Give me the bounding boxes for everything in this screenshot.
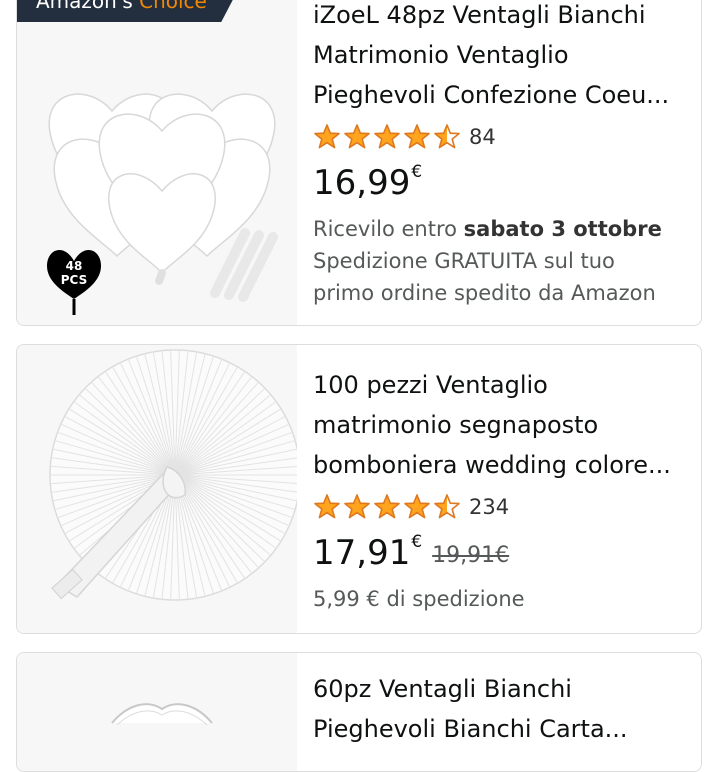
star-rating [313,493,461,521]
product-image[interactable] [17,345,301,633]
title-line: Matrimonio Ventaglio [313,41,569,69]
delivery-date: sabato 3 ottobre [463,217,662,241]
badge-prefix: Amazon's [36,0,133,13]
pieces-tag-unit: PCS [60,273,88,287]
star-full-icon [374,124,400,149]
price-currency: € [411,532,423,552]
price-currency: € [411,162,423,182]
amazons-choice-badge: Amazon's Choice [17,0,239,22]
star-full-icon [404,494,430,519]
star-half-icon [434,124,460,149]
star-full-icon [374,494,400,519]
rating[interactable]: 234 [313,489,693,525]
star-rating [313,123,461,151]
pieces-tag-number: 48 [65,259,83,273]
product-card[interactable]: 100 pezzi Ventaglio matrimonio segnapost… [16,344,702,634]
title-line: bomboniera wedding colore... [313,451,671,479]
star-full-icon [314,494,340,519]
rating-count: 84 [469,125,496,149]
heart-fans-image [111,703,213,726]
product-title[interactable]: 60pz Ventagli Bianchi Pieghevoli Bianchi… [313,669,693,749]
star-full-icon [314,124,340,149]
product-image[interactable] [17,653,297,771]
product-title[interactable]: iZoeL 48pz Ventagli Bianchi Matrimonio V… [313,0,693,115]
product-image[interactable]: 48 PCS [17,0,297,325]
pieces-tag: 48 PCS [52,259,96,287]
shipping-line: primo ordine spedito da Amazon [313,281,656,305]
title-line: iZoeL 48pz Ventagli Bianchi [313,1,646,29]
title-line: 60pz Ventagli Bianchi [313,675,572,703]
title-line: Pieghevoli Confezione Coeu... [313,81,670,109]
star-full-icon [404,124,430,149]
product-title[interactable]: 100 pezzi Ventaglio matrimonio segnapost… [313,365,693,485]
price: 17,91 € 19,91€ [313,531,693,575]
old-price: 19,91€ [432,543,510,568]
star-half-icon [434,494,460,519]
delivery-info: Ricevilo entro sabato 3 ottobre Spedizio… [313,213,693,309]
shipping-line: Spedizione GRATUITA sul tuo [313,249,615,273]
product-card[interactable]: 60pz Ventagli Bianchi Pieghevoli Bianchi… [16,652,702,772]
star-full-icon [344,494,370,519]
round-fan-image [49,349,301,601]
price-amount: 17,91 [313,533,411,573]
price: 16,99 € [313,161,693,205]
rating-count: 234 [469,495,510,519]
product-card[interactable]: 48 PCS iZoeL 48pz Ventagli Bianchi Matri… [16,0,702,326]
rating[interactable]: 84 [313,119,693,155]
price-amount: 16,99 [313,163,411,203]
badge-highlight: Choice [139,0,207,13]
star-full-icon [344,124,370,149]
shipping-cost: 5,99 € di spedizione [313,587,525,611]
delivery-prefix: Ricevilo entro [313,217,464,241]
title-line: matrimonio segnaposto [313,411,599,439]
title-line: Pieghevoli Bianchi Carta... [313,715,628,743]
title-line: 100 pezzi Ventaglio [313,371,548,399]
